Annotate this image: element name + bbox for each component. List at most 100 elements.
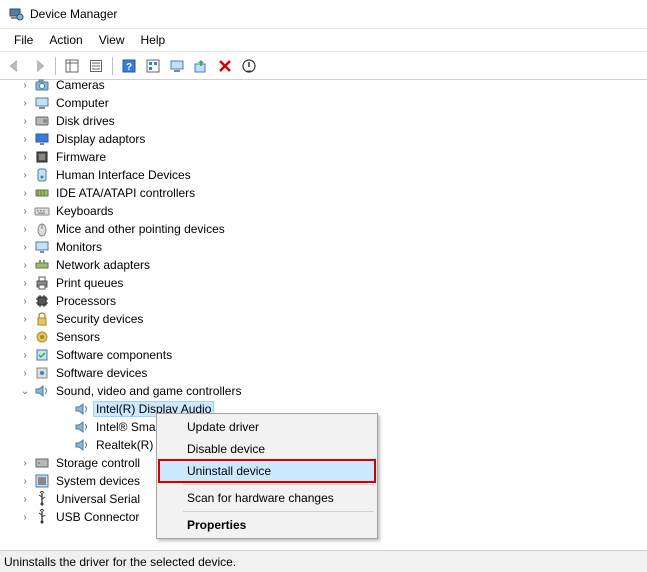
category-7[interactable]: › Keyboards xyxy=(18,202,647,220)
computer-icon xyxy=(34,95,50,111)
category-label: Display adaptors xyxy=(54,132,147,146)
device-label: Intel® Smar xyxy=(94,420,162,434)
expand-arrow-icon[interactable]: › xyxy=(18,332,32,343)
context-properties[interactable]: Properties xyxy=(159,514,375,536)
softcomp-icon xyxy=(34,347,50,363)
sound-icon xyxy=(74,419,90,435)
expand-arrow-icon[interactable]: › xyxy=(18,278,32,289)
category-10[interactable]: › Network adapters xyxy=(18,256,647,274)
expand-arrow-icon[interactable]: › xyxy=(18,116,32,127)
category-label: System devices xyxy=(54,474,142,488)
category-label: Monitors xyxy=(54,240,104,254)
context-disable-device[interactable]: Disable device xyxy=(159,438,375,460)
category-label: Sensors xyxy=(54,330,102,344)
expand-arrow-icon[interactable]: › xyxy=(18,512,32,523)
context-update-driver[interactable]: Update driver xyxy=(159,416,375,438)
app-icon xyxy=(8,6,24,22)
category-15[interactable]: › Software components xyxy=(18,346,647,364)
menubar: File Action View Help xyxy=(0,28,647,52)
usb-icon xyxy=(34,509,50,525)
category-8[interactable]: › Mice and other pointing devices xyxy=(18,220,647,238)
window-title: Device Manager xyxy=(30,7,117,21)
disk-icon xyxy=(34,113,50,129)
category-label: Keyboards xyxy=(54,204,115,218)
svg-text:?: ? xyxy=(126,62,132,73)
category-label: Computer xyxy=(54,96,111,110)
category-0[interactable]: › Cameras xyxy=(18,76,647,94)
category-label: Firmware xyxy=(54,150,108,164)
titlebar: Device Manager xyxy=(0,0,647,28)
expand-arrow-icon[interactable]: › xyxy=(18,458,32,469)
menu-view[interactable]: View xyxy=(91,31,133,49)
sound-icon xyxy=(34,383,50,399)
expand-arrow-icon[interactable]: › xyxy=(18,260,32,271)
category-label: Processors xyxy=(54,294,118,308)
category-label: Cameras xyxy=(54,78,107,92)
context-separator xyxy=(183,484,374,485)
category-5[interactable]: › Human Interface Devices xyxy=(18,166,647,184)
expand-arrow-icon[interactable]: › xyxy=(18,188,32,199)
expand-arrow-icon[interactable]: › xyxy=(18,494,32,505)
sound-icon xyxy=(74,437,90,453)
collapse-arrow-icon[interactable]: ⌄ xyxy=(18,386,32,397)
category-11[interactable]: ›Print queues xyxy=(18,274,647,292)
expand-arrow-icon[interactable]: › xyxy=(18,296,32,307)
menu-file[interactable]: File xyxy=(6,31,41,49)
context-scan-hardware[interactable]: Scan for hardware changes xyxy=(159,487,375,509)
printer-icon xyxy=(34,275,50,291)
expand-arrow-icon[interactable]: › xyxy=(18,476,32,487)
category-label: Software components xyxy=(54,348,174,362)
menu-action[interactable]: Action xyxy=(41,31,90,49)
expand-arrow-icon[interactable]: › xyxy=(18,170,32,181)
cpu-icon xyxy=(34,293,50,309)
usb-icon xyxy=(34,491,50,507)
category-14[interactable]: › Sensors xyxy=(18,328,647,346)
expand-arrow-icon[interactable]: › xyxy=(18,224,32,235)
category-sound[interactable]: ⌄ Sound, video and game controllers xyxy=(18,382,647,400)
sound-icon xyxy=(74,401,90,417)
status-text: Uninstalls the driver for the selected d… xyxy=(4,555,236,569)
expand-arrow-icon[interactable]: › xyxy=(18,134,32,145)
category-label: Universal Serial xyxy=(54,492,142,506)
hid-icon xyxy=(34,167,50,183)
category-label: USB Connector xyxy=(54,510,141,524)
keyboard-icon xyxy=(34,203,50,219)
category-12[interactable]: › Processors xyxy=(18,292,647,310)
category-label: Storage controll xyxy=(54,456,142,470)
category-9[interactable]: › Monitors xyxy=(18,238,647,256)
monitor-icon xyxy=(34,239,50,255)
expand-arrow-icon[interactable]: › xyxy=(18,98,32,109)
category-16[interactable]: › Software devices xyxy=(18,364,647,382)
category-2[interactable]: › Disk drives xyxy=(18,112,647,130)
category-13[interactable]: › Security devices xyxy=(18,310,647,328)
category-label: Network adapters xyxy=(54,258,152,272)
system-icon xyxy=(34,473,50,489)
display-icon xyxy=(34,131,50,147)
expand-arrow-icon[interactable]: › xyxy=(18,350,32,361)
context-uninstall-device[interactable]: Uninstall device xyxy=(158,459,376,483)
expand-arrow-icon[interactable]: › xyxy=(18,368,32,379)
firmware-icon xyxy=(34,149,50,165)
category-1[interactable]: › Computer xyxy=(18,94,647,112)
category-label: Security devices xyxy=(54,312,145,326)
category-4[interactable]: › Firmware xyxy=(18,148,647,166)
expand-arrow-icon[interactable]: › xyxy=(18,152,32,163)
camera-icon xyxy=(34,77,50,93)
category-3[interactable]: › Display adaptors xyxy=(18,130,647,148)
ide-icon xyxy=(34,185,50,201)
category-6[interactable]: ›IDE ATA/ATAPI controllers xyxy=(18,184,647,202)
context-separator xyxy=(183,511,374,512)
category-label: Sound, video and game controllers xyxy=(54,384,243,398)
menu-help[interactable]: Help xyxy=(133,31,174,49)
category-label: Human Interface Devices xyxy=(54,168,193,182)
expand-arrow-icon[interactable]: › xyxy=(18,242,32,253)
category-label: Mice and other pointing devices xyxy=(54,222,227,236)
category-label: Disk drives xyxy=(54,114,117,128)
mouse-icon xyxy=(34,221,50,237)
expand-arrow-icon[interactable]: › xyxy=(18,206,32,217)
category-label: Software devices xyxy=(54,366,149,380)
expand-arrow-icon[interactable]: › xyxy=(18,314,32,325)
status-bar: Uninstalls the driver for the selected d… xyxy=(0,550,647,572)
sensor-icon xyxy=(34,329,50,345)
expand-arrow-icon[interactable]: › xyxy=(18,80,32,91)
